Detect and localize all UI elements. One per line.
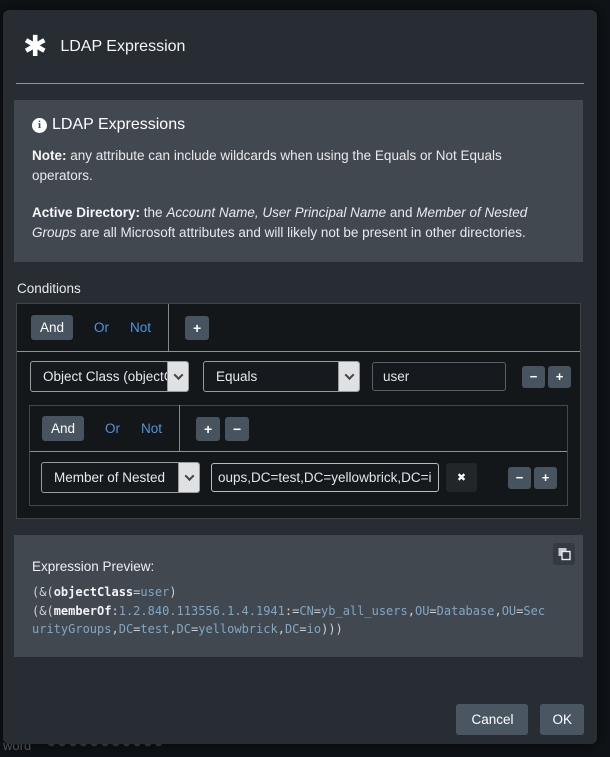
condition-row-buttons: − + [522,366,571,388]
nested-conditions-group-box: And Or Not + − Member of Nested ✖ − [29,405,568,506]
ldap-expressions-info-panel: i LDAP Expressions Note: any attribute c… [14,100,583,262]
copy-expression-button[interactable] [553,543,575,565]
outer-and-toggle[interactable]: And [31,315,73,340]
nested-attribute-select-value: Member of Nested [42,470,178,485]
nested-condition-row: Member of Nested ✖ − + [30,452,567,505]
attribute-select-value: Object Class (objectClass) [31,369,167,384]
toggle-divider [179,405,180,452]
info-note-label: Note: [32,148,67,163]
header-divider [16,83,584,84]
info-panel-title-row: i LDAP Expressions [32,116,565,134]
nested-add-condition-button[interactable]: + [196,417,220,441]
nested-and-toggle[interactable]: And [42,416,84,441]
copy-icon [557,547,571,561]
condition-row: Object Class (objectClass) Equals − + [17,352,580,402]
nested-attribute-select[interactable]: Member of Nested [41,462,200,493]
nested-condition-value-input[interactable] [211,463,439,492]
nested-not-toggle[interactable]: Not [141,421,162,436]
ok-button[interactable]: OK [540,704,584,735]
info-ad-label: Active Directory: [32,205,140,220]
operator-select[interactable]: Equals [203,361,360,392]
attribute-select[interactable]: Object Class (objectClass) [30,361,189,392]
asterisk-icon: ✱ [23,32,47,61]
operator-select-value: Equals [204,369,338,384]
conditions-group-box: And Or Not + Object Class (objectClass) … [16,303,581,519]
ldap-expression-modal: ✱ LDAP Expression i LDAP Expressions Not… [3,10,597,744]
info-active-directory-paragraph: Active Directory: the Account Name, User… [32,203,565,242]
expression-preview-label: Expression Preview: [32,559,567,574]
expression-code: (&(objectClass=user)(&(memberOf:1.2.840.… [32,583,547,639]
expression-preview-panel: Expression Preview: (&(objectClass=user)… [14,535,583,657]
chevron-down-icon [338,362,359,391]
chevron-down-icon [167,362,188,391]
outer-not-toggle[interactable]: Not [130,320,151,335]
outer-add-condition-button[interactable]: + [185,316,209,340]
nested-logic-toggle-row: And Or Not + − [30,406,567,451]
modal-header: ✱ LDAP Expression [3,10,597,76]
nested-remove-group-button[interactable]: − [225,417,249,441]
nested-remove-condition-button[interactable]: − [508,467,531,489]
nested-or-toggle[interactable]: Or [105,421,120,436]
toggle-divider [168,304,169,351]
info-circle-icon: i [32,118,47,133]
condition-value-input[interactable] [372,362,506,391]
clear-value-button[interactable]: ✖ [446,463,477,492]
chevron-down-icon [178,463,199,492]
add-condition-button[interactable]: + [548,366,571,388]
modal-title: LDAP Expression [60,38,185,56]
x-icon: ✖ [457,471,466,484]
modal-footer: Cancel OK [456,704,584,735]
conditions-section-label: Conditions [17,281,597,296]
remove-condition-button[interactable]: − [522,366,545,388]
info-note-paragraph: Note: any attribute can include wildcard… [32,146,565,185]
nested-condition-row-buttons: − + [508,467,557,489]
outer-or-toggle[interactable]: Or [94,320,109,335]
nested-add-condition-button-2[interactable]: + [534,467,557,489]
nested-group-buttons: + − [196,417,249,441]
info-panel-title: LDAP Expressions [52,116,185,134]
outer-logic-toggle-row: And Or Not + [17,304,580,351]
cancel-button[interactable]: Cancel [456,704,528,735]
